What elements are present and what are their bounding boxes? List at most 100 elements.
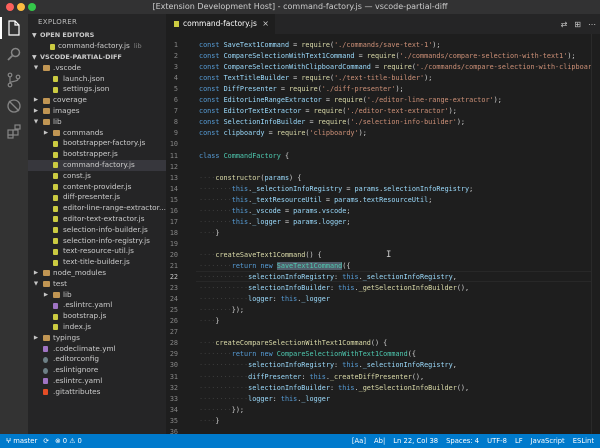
tree-folder[interactable]: ▼ .vscode: [28, 63, 166, 74]
code-line[interactable]: ············diffPresenter: this._createD…: [199, 372, 424, 383]
tree-file[interactable]: bootstrapper-factory.js: [28, 138, 166, 149]
match-case-item[interactable]: [Aa]: [352, 434, 366, 448]
tree-file[interactable]: settings.json: [28, 84, 166, 95]
tree-file[interactable]: .codeclimate.yml: [28, 344, 166, 355]
code-line[interactable]: ····constructor(params) {: [199, 173, 301, 184]
code-line[interactable]: ········this._selectionInfoRegistry = pa…: [199, 184, 473, 195]
code-line[interactable]: const SelectionInfoBuilder = require('./…: [199, 117, 465, 128]
code-line[interactable]: ············selectionInfoRegistry: this.…: [199, 272, 457, 283]
tree-folder[interactable]: ▶ commands: [28, 128, 166, 139]
debug-icon[interactable]: [0, 92, 28, 120]
line-ending-item[interactable]: LF: [515, 434, 523, 448]
overview-ruler[interactable]: [591, 34, 600, 434]
code-token: CompareSelectionWithClipboardCommand: [223, 63, 371, 72]
git-branch-item[interactable]: ⵖ master: [6, 434, 37, 448]
code-line[interactable]: ········this._textResourceUtil = params.…: [199, 195, 432, 206]
problems-item[interactable]: ⊗ 0 ⚠ 0: [55, 434, 82, 448]
code-line[interactable]: ············selectionInfoBuilder: this._…: [199, 383, 469, 394]
chevron-down-icon[interactable]: ▼: [32, 63, 40, 74]
source-control-icon[interactable]: [0, 66, 28, 94]
tree-file[interactable]: const.js: [28, 171, 166, 182]
chevron-right-icon[interactable]: ▶: [32, 333, 40, 344]
code-token: ({: [407, 350, 416, 359]
open-editor-item[interactable]: command-factory.js lib: [28, 41, 166, 52]
code-line[interactable]: ········});: [199, 305, 244, 316]
code-line[interactable]: ····}: [199, 316, 219, 327]
tree-folder[interactable]: ▶ node_modules: [28, 268, 166, 279]
code-line[interactable]: const clipboardy = require('clipboardy')…: [199, 128, 367, 139]
tree-folder[interactable]: ▶ coverage: [28, 95, 166, 106]
code-line[interactable]: const EditorTextExtractor = require('./e…: [199, 106, 457, 117]
eslint-item[interactable]: ESLint: [573, 434, 594, 448]
code-line[interactable]: ····}: [199, 228, 219, 239]
tree-folder[interactable]: ▶ lib: [28, 290, 166, 301]
tree-file[interactable]: text-resource-util.js: [28, 246, 166, 257]
tree-file[interactable]: .eslintrc.yaml: [28, 376, 166, 387]
code-line[interactable]: const SaveText1Command = require('./comm…: [199, 40, 440, 51]
chevron-right-icon[interactable]: ▶: [32, 106, 40, 117]
tree-file[interactable]: .eslintrc.yaml: [28, 300, 166, 311]
close-icon[interactable]: ×: [262, 14, 269, 34]
code-line[interactable]: ········return new CompareSelectionWithT…: [199, 349, 416, 360]
tree-file[interactable]: index.js: [28, 322, 166, 333]
code-line[interactable]: ····createSaveText1Command() {: [199, 250, 322, 261]
code-line[interactable]: ············selectionInfoBuilder: this._…: [199, 283, 469, 294]
code-line[interactable]: ········this._vscode = params.vscode;: [199, 206, 350, 217]
chevron-right-icon[interactable]: ▶: [42, 290, 50, 301]
code-line[interactable]: const EditorLineRangeExtractor = require…: [199, 95, 502, 106]
tree-file[interactable]: launch.json: [28, 74, 166, 85]
encoding-item[interactable]: UTF-8: [487, 434, 507, 448]
tree-file[interactable]: selection-info-builder.js: [28, 225, 166, 236]
code-line[interactable]: ········this._logger = params.logger;: [199, 217, 350, 228]
chevron-right-icon[interactable]: ▶: [32, 268, 40, 279]
chevron-right-icon[interactable]: ▶: [32, 95, 40, 106]
code-line[interactable]: const CompareSelectionWithText1Command =…: [199, 51, 576, 62]
chevron-down-icon[interactable]: ▼: [32, 279, 40, 290]
code-token: :: [334, 273, 343, 282]
tree-folder[interactable]: ▶ typings: [28, 333, 166, 344]
chevron-right-icon[interactable]: ▶: [42, 128, 50, 139]
cursor-position-item[interactable]: Ln 22, Col 38: [393, 434, 438, 448]
code-line[interactable]: ············logger: this._logger: [199, 394, 330, 405]
tree-file[interactable]: editor-text-extractor.js: [28, 214, 166, 225]
split-editor-icon[interactable]: ⊞: [574, 20, 581, 29]
more-actions-icon[interactable]: ⋯: [588, 20, 596, 29]
tree-file[interactable]: bootstrap.js: [28, 311, 166, 322]
open-editors-header[interactable]: ▼ OPEN EDITORS: [28, 30, 166, 41]
tab-command-factory[interactable]: command-factory.js ×: [166, 14, 276, 34]
search-icon[interactable]: [0, 40, 28, 68]
tree-file[interactable]: bootstrapper.js: [28, 149, 166, 160]
tree-file[interactable]: editor-line-range-extractor...: [28, 203, 166, 214]
tree-file[interactable]: text-title-builder.js: [28, 257, 166, 268]
code-line[interactable]: ············selectionInfoRegistry: this.…: [199, 360, 457, 371]
sync-item[interactable]: ⟳: [43, 434, 49, 448]
tree-file[interactable]: .editorconfig: [28, 354, 166, 365]
tree-file[interactable]: .eslintignore: [28, 365, 166, 376]
language-mode-item[interactable]: JavaScript: [531, 434, 565, 448]
tree-file[interactable]: .gitattributes: [28, 387, 166, 398]
match-word-item[interactable]: Ab|: [374, 434, 385, 448]
chevron-down-icon[interactable]: ▼: [32, 117, 40, 128]
code-line[interactable]: const DiffPresenter = require('./diff-pr…: [199, 84, 404, 95]
tree-folder[interactable]: ▼ test: [28, 279, 166, 290]
code-line[interactable]: ····createCompareSelectionWithText1Comma…: [199, 338, 387, 349]
tree-file[interactable]: selection-info-registry.js: [28, 236, 166, 247]
tree-folder[interactable]: ▶ images: [28, 106, 166, 117]
code-line[interactable]: class CommandFactory {: [199, 151, 289, 162]
tree-file[interactable]: command-factory.js: [28, 159, 166, 171]
tree-file[interactable]: diff-presenter.js: [28, 192, 166, 203]
code-line[interactable]: ············logger: this._logger: [199, 294, 330, 305]
code-line[interactable]: ········return new SaveText1Command({: [199, 261, 350, 272]
code-line[interactable]: const TextTitleBuilder = require('./text…: [199, 73, 432, 84]
explorer-icon[interactable]: [0, 14, 28, 42]
open-changes-icon[interactable]: ⇄: [561, 20, 568, 29]
tree-file[interactable]: content-provider.js: [28, 182, 166, 193]
extensions-icon[interactable]: [0, 118, 28, 146]
code-editor[interactable]: 1 2 3 4 5 6 7 8 9 10 11 12 13 14 15 16 17 18 19 20 21 22 23 24 2…: [166, 34, 600, 434]
code-line[interactable]: ········});: [199, 405, 244, 416]
tree-folder[interactable]: ▼ lib: [28, 117, 166, 128]
code-line[interactable]: const CompareSelectionWithClipboardComma…: [199, 62, 600, 73]
project-header[interactable]: ▼ VSCODE-PARTIAL-DIFF: [28, 52, 166, 63]
indentation-item[interactable]: Spaces: 4: [446, 434, 479, 448]
code-line[interactable]: ····}: [199, 416, 219, 427]
